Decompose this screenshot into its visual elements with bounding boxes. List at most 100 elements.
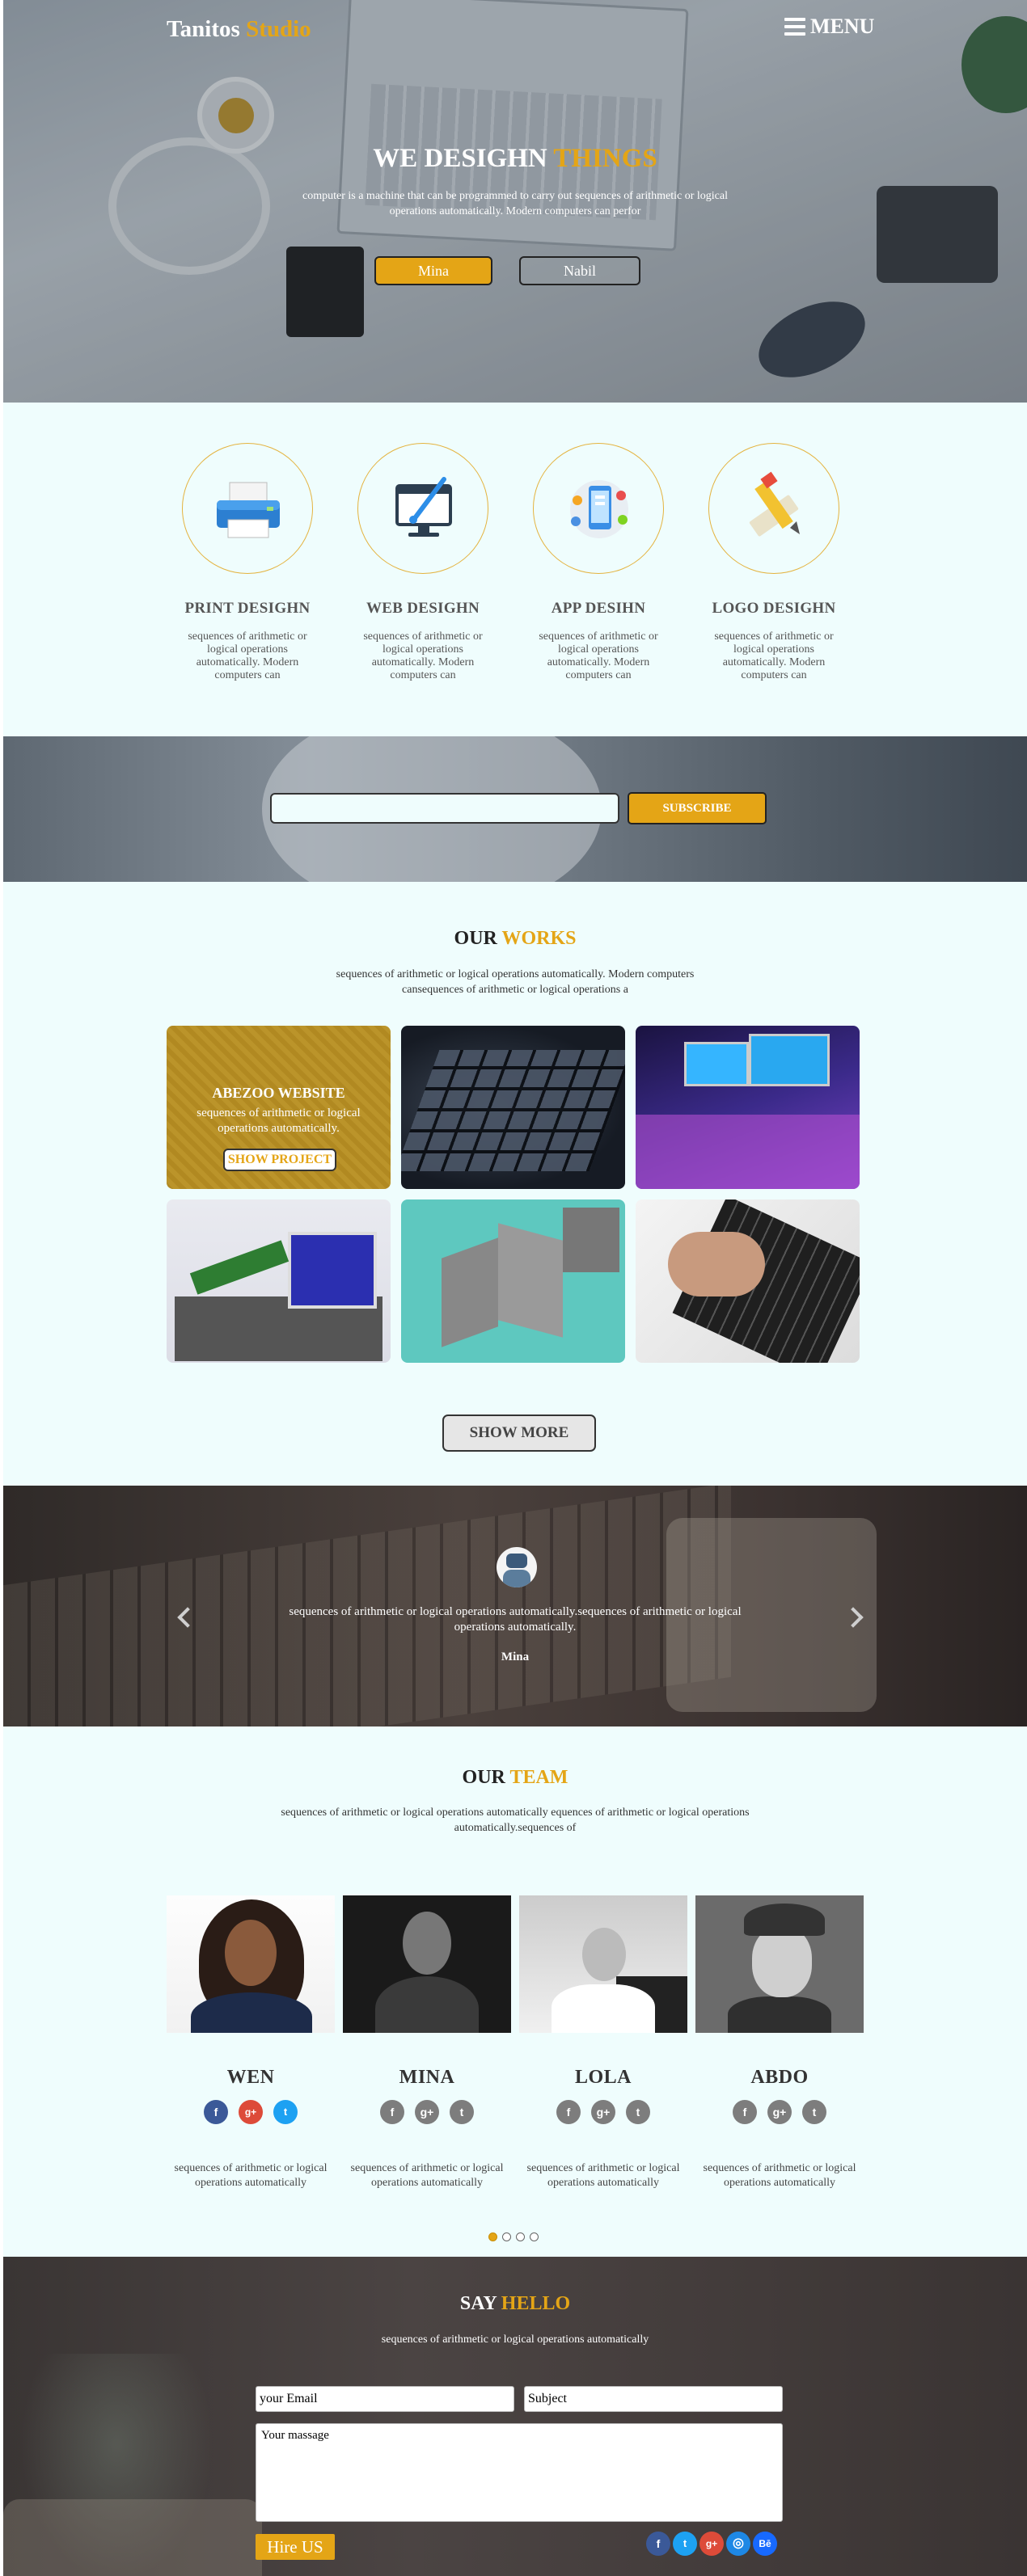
testimonial-quote: sequences of arithmetic or logical opera… [289, 1605, 742, 1634]
service-app: APP DESIHN sequences of arithmetic or lo… [518, 443, 679, 682]
printer-icon [217, 482, 280, 538]
service-title: APP DESIHN [551, 600, 646, 617]
logo-text-main: Tanitos [167, 16, 240, 42]
googleplus-icon[interactable]: g+ [591, 2100, 615, 2124]
service-title: WEB DESIGHN [366, 600, 480, 617]
hero-section: Tanitos Studio MENU WE DESIGHN THINGS co… [3, 0, 1027, 403]
mobile-app-icon [570, 480, 628, 538]
carousel-dot[interactable] [502, 2232, 511, 2241]
work-item-featured[interactable]: ABEZOO WEBSITE sequences of arithmetic o… [167, 1026, 391, 1189]
subscribe-section: SUBSCRIBE [3, 736, 1027, 882]
testimonial-author: Mina [501, 1651, 530, 1663]
hero-description: computer is a machine that can be progra… [302, 190, 728, 217]
team-section: OUR TEAM sequences of arithmetic or logi… [3, 1726, 1027, 2257]
twitter-icon[interactable]: t [450, 2100, 474, 2124]
team-subtitle: sequences of arithmetic or logical opera… [281, 1807, 750, 1834]
team-member-name: LOLA [574, 2067, 632, 2088]
hero-title-accent: THINGS [553, 144, 657, 173]
testimonial-section: sequences of arithmetic or logical opera… [3, 1486, 1027, 1726]
globe-icon[interactable]: ◎ [726, 2532, 750, 2556]
team-member-card: WEN f g+ t sequences of arithmetic or lo… [167, 1895, 335, 2190]
contact-title: SAY HELLO [459, 2293, 571, 2314]
chevron-left-icon[interactable] [171, 1604, 195, 1629]
contact-subtitle: sequences of arithmetic or logical opera… [381, 2334, 649, 2346]
logo-text-accent: Studio [246, 16, 311, 42]
hero-title: WE DESIGHN THINGS [3, 144, 1027, 174]
team-member-desc: sequences of arithmetic or logical opera… [703, 2162, 856, 2189]
chevron-right-icon[interactable] [843, 1604, 867, 1629]
show-more-button[interactable]: SHOW MORE [442, 1414, 596, 1452]
twitter-icon[interactable]: t [273, 2100, 298, 2124]
subject-field[interactable] [524, 2386, 783, 2412]
service-icon-circle [357, 443, 488, 574]
team-member-desc: sequences of arithmetic or logical opera… [526, 2162, 680, 2189]
monitor-brush-icon [395, 477, 452, 537]
email-field[interactable] [256, 2386, 514, 2412]
work-featured-title: ABEZOO WEBSITE [212, 1085, 345, 1101]
twitter-icon[interactable]: t [626, 2100, 650, 2124]
team-member-photo [695, 1895, 864, 2033]
carousel-dot[interactable] [516, 2232, 525, 2241]
googleplus-icon[interactable]: g+ [415, 2100, 439, 2124]
work-item-typing[interactable] [636, 1199, 860, 1363]
hero-title-main: WE DESIGHN [373, 144, 547, 173]
team-member-socials: f g+ t [343, 2100, 511, 2124]
carousel-dot[interactable] [488, 2232, 497, 2241]
works-title: OUR WORKS [454, 928, 577, 949]
services-section: PRINT DESIGHN sequences of arithmetic or… [3, 403, 1027, 736]
twitter-icon[interactable]: t [673, 2532, 697, 2556]
service-title: PRINT DESIGHN [184, 600, 311, 617]
team-member-name: ABDO [750, 2067, 809, 2088]
team-member-card: LOLA f g+ t sequences of arithmetic or l… [519, 1895, 687, 2190]
team-member-socials: f g+ t [519, 2100, 687, 2124]
work-item-devices[interactable] [401, 1199, 625, 1363]
testimonial-avatar [497, 1547, 537, 1587]
hire-us-button[interactable]: Hire US [256, 2534, 335, 2560]
team-member-photo [343, 1895, 511, 2033]
facebook-icon[interactable]: f [380, 2100, 404, 2124]
work-item-laptops[interactable] [636, 1026, 860, 1189]
service-text: sequences of arithmetic or logical opera… [539, 630, 658, 681]
team-member-name: MINA [399, 2067, 455, 2088]
team-member-card: MINA f g+ t sequences of arithmetic or l… [343, 1895, 511, 2190]
contact-socials: f t g+ ◎ Bē [646, 2532, 777, 2556]
show-project-button[interactable]: SHOW PROJECT [223, 1149, 336, 1171]
subscribe-button[interactable]: SUBSCRIBE [628, 792, 767, 824]
team-member-desc: sequences of arithmetic or logical opera… [174, 2162, 328, 2189]
site-logo[interactable]: Tanitos Studio [167, 16, 311, 43]
service-web: WEB DESIGHN sequences of arithmetic or l… [342, 443, 504, 682]
contact-section: SAY HELLO sequences of arithmetic or log… [3, 2257, 1027, 2576]
team-member-desc: sequences of arithmetic or logical opera… [350, 2162, 504, 2189]
carousel-dot[interactable] [530, 2232, 539, 2241]
work-item-hardware[interactable] [167, 1199, 391, 1363]
team-member-name: WEN [226, 2067, 275, 2088]
twitter-icon[interactable]: t [802, 2100, 826, 2124]
message-field[interactable]: Your massage [256, 2423, 783, 2522]
googleplus-icon[interactable]: g+ [699, 2532, 724, 2556]
googleplus-icon[interactable]: g+ [767, 2100, 792, 2124]
works-section: OUR WORKS sequences of arithmetic or log… [3, 882, 1027, 1486]
menu-label: MENU [810, 15, 875, 38]
work-item-keyboard[interactable] [401, 1026, 625, 1189]
service-text: sequences of arithmetic or logical opera… [363, 630, 483, 681]
hero-primary-button[interactable]: Mina [374, 256, 492, 285]
facebook-icon[interactable]: f [204, 2100, 228, 2124]
service-title: LOGO DESIGHN [712, 600, 836, 617]
hamburger-icon [784, 18, 805, 36]
team-title: OUR TEAM [462, 1767, 568, 1788]
pencil-ruler-icon [749, 471, 800, 537]
facebook-icon[interactable]: f [556, 2100, 581, 2124]
service-icon-circle [708, 443, 839, 574]
service-logo: LOGO DESIGHN sequences of arithmetic or … [693, 443, 855, 682]
behance-icon[interactable]: Bē [753, 2532, 777, 2556]
service-print: PRINT DESIGHN sequences of arithmetic or… [167, 443, 328, 682]
menu-button[interactable]: MENU [784, 15, 874, 39]
hero-secondary-button[interactable]: Nabil [519, 256, 640, 285]
subscribe-email-input[interactable] [270, 793, 619, 824]
service-text: sequences of arithmetic or logical opera… [714, 630, 834, 681]
work-featured-text: sequences of arithmetic or logical opera… [197, 1107, 361, 1135]
facebook-icon[interactable]: f [733, 2100, 757, 2124]
team-member-socials: f g+ t [695, 2100, 864, 2124]
googleplus-icon[interactable]: g+ [239, 2100, 263, 2124]
facebook-icon[interactable]: f [646, 2532, 670, 2556]
